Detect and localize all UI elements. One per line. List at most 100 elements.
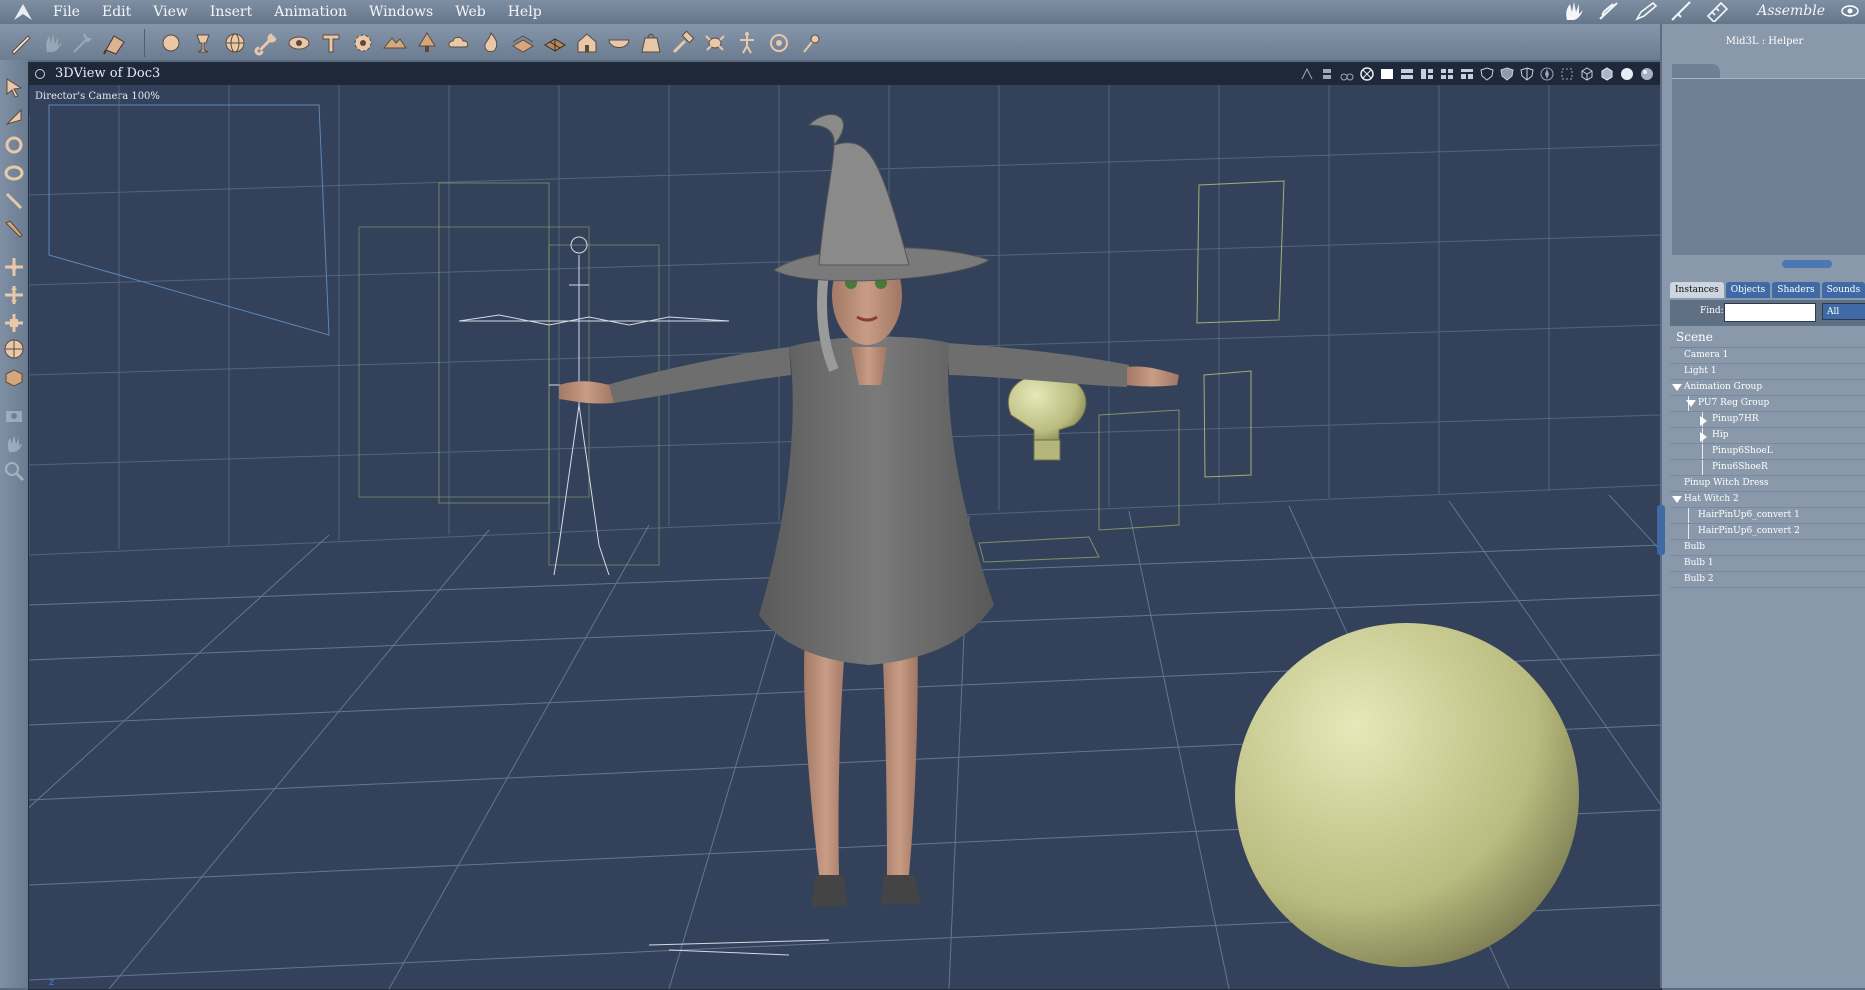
tree-item[interactable]: Hat Witch 2 [1670, 492, 1865, 508]
expand-triangle-icon[interactable] [1700, 416, 1707, 426]
hammer-icon[interactable] [670, 30, 696, 56]
skeleton-icon[interactable] [734, 30, 760, 56]
arrow-icon[interactable] [3, 76, 25, 98]
pan-hand-icon[interactable] [3, 432, 25, 454]
menu-help[interactable]: Help [497, 2, 553, 20]
room-label-assemble[interactable]: Assemble [1757, 3, 1825, 19]
eye-icon[interactable] [1841, 3, 1859, 19]
layout-four-icon[interactable] [1439, 66, 1455, 82]
layout-other-icon[interactable] [1459, 66, 1475, 82]
tree-item[interactable]: Pinup7HR [1670, 412, 1865, 428]
terrain-icon[interactable] [382, 30, 408, 56]
hand-mode-icon[interactable] [1561, 0, 1587, 22]
tree-item[interactable]: Bulb 2 [1670, 572, 1865, 588]
globe-icon[interactable] [222, 30, 248, 56]
compass-icon[interactable] [1539, 66, 1555, 82]
tree-item[interactable]: HairPinUp6_convert 1 [1670, 508, 1865, 524]
tree-item[interactable]: PU7 Reg Group [1670, 396, 1865, 412]
brush-mode-icon[interactable] [1597, 0, 1623, 22]
shield-render-icon[interactable] [1479, 66, 1495, 82]
zoom-icon[interactable] [3, 460, 25, 482]
flame-icon[interactable] [478, 30, 504, 56]
tree-item[interactable]: Camera 1 [1670, 348, 1865, 364]
tab-sounds[interactable]: Sounds [1821, 282, 1865, 298]
shield-wire-icon[interactable] [1519, 66, 1535, 82]
pen-mode-icon[interactable] [1633, 0, 1659, 22]
tree-item[interactable]: Pinup Witch Dress [1670, 476, 1865, 492]
ball-icon[interactable] [3, 338, 25, 360]
tree-item[interactable]: Pinup6ShoeL [1670, 444, 1865, 460]
walk-icon[interactable] [1339, 66, 1355, 82]
scene-root[interactable]: Scene [1670, 328, 1865, 348]
grid-plane-icon[interactable] [542, 30, 568, 56]
orbit-icon[interactable] [3, 162, 25, 184]
tree-item[interactable]: Bulb [1670, 540, 1865, 556]
shield-preview-icon[interactable] [1499, 66, 1515, 82]
sphere-icon[interactable] [158, 30, 184, 56]
menu-edit[interactable]: Edit [91, 2, 142, 20]
camera-list-icon[interactable] [1319, 66, 1335, 82]
target-icon[interactable] [766, 30, 792, 56]
textured-sphere-icon[interactable] [1639, 66, 1655, 82]
find-input[interactable] [1724, 303, 1816, 322]
house-icon[interactable] [574, 30, 600, 56]
gear-icon[interactable] [350, 30, 376, 56]
bag-icon[interactable] [638, 30, 664, 56]
tree-item[interactable]: Light 1 [1670, 364, 1865, 380]
expand-triangle-icon[interactable] [1700, 432, 1707, 442]
goblet-icon[interactable] [190, 30, 216, 56]
layout-single-icon[interactable] [1379, 66, 1395, 82]
tree-item[interactable]: Hip [1670, 428, 1865, 444]
side-splitter-handle[interactable] [1657, 505, 1665, 555]
filter-select[interactable]: All [1822, 303, 1865, 320]
rotate-icon[interactable] [3, 134, 25, 156]
tree-icon[interactable] [414, 30, 440, 56]
menu-insert[interactable]: Insert [199, 2, 263, 20]
scale-icon[interactable] [3, 312, 25, 334]
tab-objects[interactable]: Objects [1725, 282, 1771, 298]
3d-viewport[interactable]: 3DView of Doc3 Director's Camera 100% z [28, 62, 1662, 990]
bone-icon[interactable] [254, 30, 280, 56]
bowl-icon[interactable] [606, 30, 632, 56]
creature-icon[interactable] [702, 30, 728, 56]
ruler-mode-icon[interactable] [1705, 0, 1731, 22]
tree-item[interactable]: Animation Group [1670, 380, 1865, 396]
tree-item[interactable]: Pinu6ShoeR [1670, 460, 1865, 476]
eye-target-icon[interactable] [286, 30, 312, 56]
bounding-box-icon[interactable] [1559, 66, 1575, 82]
brush-icon[interactable] [8, 30, 34, 56]
panel-splitter[interactable] [1782, 260, 1832, 268]
plane-icon[interactable] [510, 30, 536, 56]
tree-item[interactable]: HairPinUp6_convert 2 [1670, 524, 1865, 540]
brush2-mode-icon[interactable] [1669, 0, 1695, 22]
knife-icon[interactable] [3, 218, 25, 240]
collapse-triangle-icon[interactable] [1672, 384, 1682, 391]
viewport-close-icon[interactable] [35, 69, 45, 79]
paint-icon[interactable] [102, 30, 128, 56]
wire-cube-icon[interactable] [1579, 66, 1595, 82]
smooth-sphere-icon[interactable] [1619, 66, 1635, 82]
collapse-triangle-icon[interactable] [1672, 496, 1682, 503]
pin-icon[interactable] [798, 30, 824, 56]
camera-icon[interactable] [3, 404, 25, 426]
menu-web[interactable]: Web [444, 2, 497, 20]
cloud-icon[interactable] [446, 30, 472, 56]
menu-file[interactable]: File [42, 2, 91, 20]
tab-shaders[interactable]: Shaders [1772, 282, 1820, 298]
layout-three-icon[interactable] [1419, 66, 1435, 82]
menu-animation[interactable]: Animation [263, 2, 358, 20]
select-icon[interactable] [3, 106, 25, 128]
menu-windows[interactable]: Windows [358, 2, 444, 20]
wand-icon[interactable] [70, 30, 96, 56]
collapse-triangle-icon[interactable] [1686, 400, 1696, 407]
text-icon[interactable] [318, 30, 344, 56]
reset-camera-icon[interactable] [1359, 66, 1375, 82]
layout-two-icon[interactable] [1399, 66, 1415, 82]
helper-tab[interactable] [1672, 64, 1720, 78]
camera-nav-icon[interactable] [1299, 66, 1315, 82]
pen-icon[interactable] [3, 190, 25, 212]
tree-item[interactable]: Bulb 1 [1670, 556, 1865, 572]
hand-icon[interactable] [40, 30, 66, 56]
tab-instances[interactable]: Instances [1670, 282, 1724, 298]
menu-view[interactable]: View [142, 2, 199, 20]
